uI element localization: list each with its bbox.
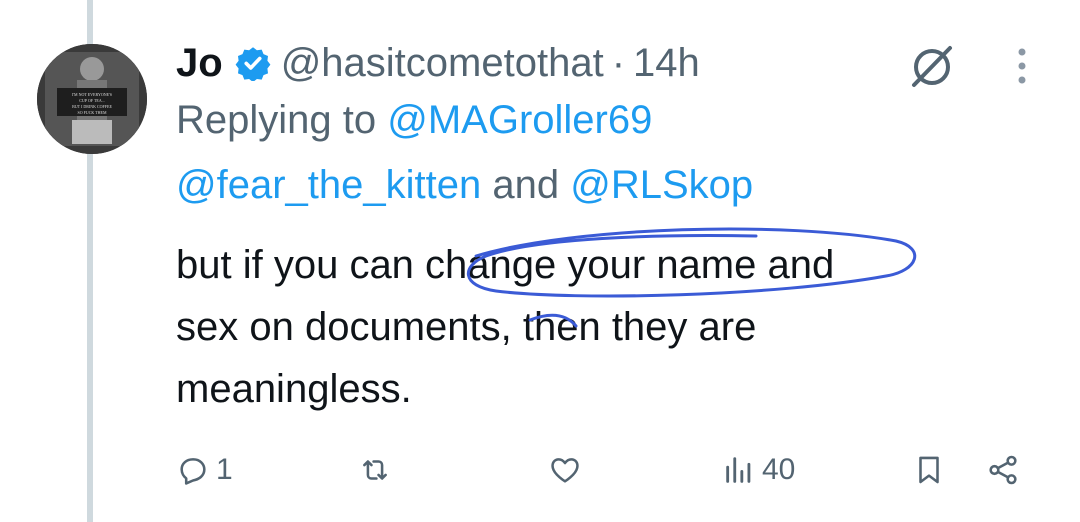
replying-to-label: Replying to: [176, 98, 377, 142]
share-button[interactable]: [986, 440, 1020, 500]
svg-text:I'M NOT EVERYONE'S: I'M NOT EVERYONE'S: [72, 92, 112, 97]
views-button[interactable]: 40: [722, 440, 795, 500]
reply-icon: [180, 458, 206, 485]
views-icon: [726, 457, 751, 483]
share-icon: [989, 455, 1017, 485]
author-handle[interactable]: @hasitcometothat: [281, 41, 604, 86]
timestamp[interactable]: 14h: [633, 41, 700, 86]
author-name[interactable]: Jo: [176, 41, 223, 86]
grok-icon[interactable]: [905, 38, 959, 92]
reply-mention-1[interactable]: @MAGroller69: [387, 98, 652, 142]
tweet-body-line: meaningless.: [176, 367, 412, 411]
verified-badge-icon: [235, 47, 271, 81]
tweet-body: but if you can change your name and sex …: [176, 234, 1036, 420]
tweet-body-line: sex on documents, then they are: [176, 305, 757, 349]
more-icon[interactable]: [1010, 44, 1034, 88]
reply-button[interactable]: 1: [176, 440, 233, 500]
retweet-icon: [363, 460, 387, 480]
replying-to-line-2: @fear_the_kitten and @RLSkop: [176, 163, 753, 208]
views-count: 40: [762, 453, 796, 486]
svg-text:CUP OF TEA...: CUP OF TEA...: [79, 98, 104, 103]
tweet-header: Jo @hasitcometothat · 14h: [176, 36, 700, 90]
like-button[interactable]: [548, 440, 582, 500]
header-separator: ·: [611, 40, 626, 85]
svg-text:BUT I DRINK COFFEE: BUT I DRINK COFFEE: [72, 104, 112, 109]
reply-and-label: and: [492, 163, 560, 207]
like-icon: [551, 458, 579, 483]
tweet-body-line: but if you can change your name and: [176, 243, 835, 287]
reply-count: 1: [216, 453, 233, 486]
avatar[interactable]: I'M NOT EVERYONE'S CUP OF TEA... BUT I D…: [37, 44, 147, 154]
retweet-button[interactable]: [358, 440, 392, 500]
replying-to-line-1: Replying to @MAGroller69: [176, 98, 652, 143]
svg-text:SO FUCK THEM: SO FUCK THEM: [77, 110, 106, 115]
bookmark-icon: [919, 456, 939, 484]
action-bar: 1 40: [176, 440, 1036, 500]
reply-mention-3[interactable]: @RLSkop: [570, 163, 753, 207]
avatar-image: I'M NOT EVERYONE'S CUP OF TEA... BUT I D…: [37, 44, 147, 154]
reply-mention-2[interactable]: @fear_the_kitten: [176, 163, 481, 207]
bookmark-button[interactable]: [912, 440, 946, 500]
